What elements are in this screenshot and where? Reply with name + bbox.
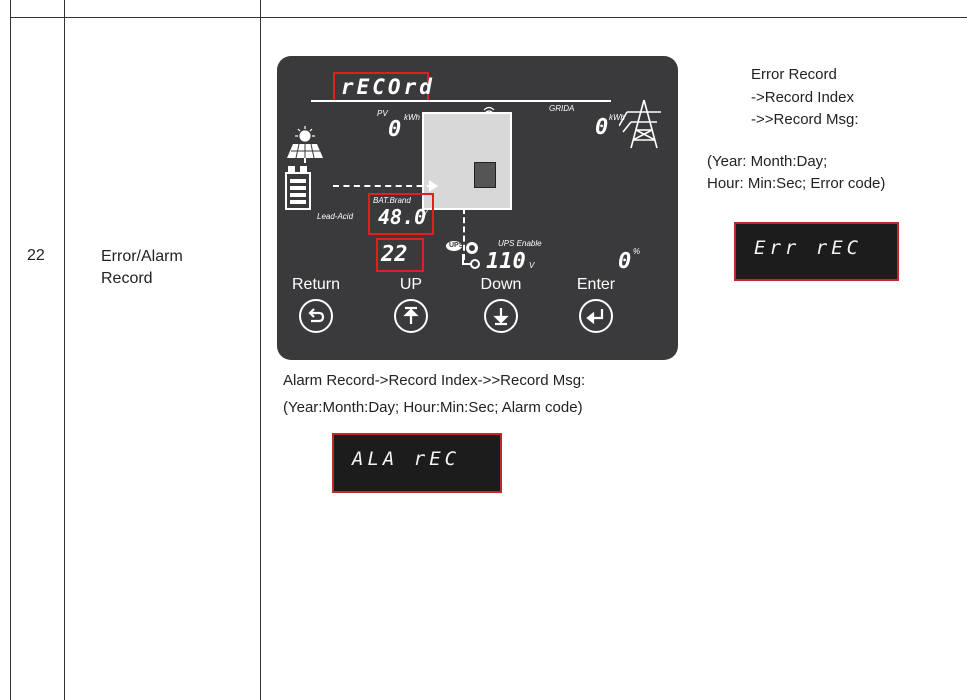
ups-enable-label: UPS Enable bbox=[498, 239, 542, 248]
battery-voltage: 48.0 bbox=[378, 205, 427, 229]
alarm-record-line1: Alarm Record->Record Index->>Record Msg: bbox=[283, 372, 586, 389]
mode-display: rECOrd bbox=[341, 75, 435, 99]
down-arrow-icon bbox=[484, 299, 518, 333]
error-record-lcd-text: Err rEC bbox=[754, 237, 863, 259]
alarm-record-lcd: ALA rEC bbox=[332, 433, 502, 493]
table-border-col2 bbox=[260, 0, 261, 700]
enter-button-label: Enter bbox=[576, 276, 616, 293]
power-flow-arrow bbox=[429, 180, 438, 192]
down-button-label: Down bbox=[480, 276, 522, 293]
alarm-record-line2: (Year:Month:Day; Hour:Min:Sec; Alarm cod… bbox=[283, 399, 583, 416]
ups-label: UPS bbox=[449, 242, 464, 249]
battery-voltage-box: BAT.Brand 48.0 V bbox=[368, 193, 434, 235]
device-display-panel: rECOrd PV 0 kWh GRIDA 0 kWh Lead-Acid BA… bbox=[277, 56, 678, 360]
grid-value: 0 bbox=[595, 115, 609, 140]
record-index-value: 22 bbox=[381, 242, 408, 267]
error-record-lcd: Err rEC bbox=[734, 222, 899, 281]
row-number: 22 bbox=[27, 247, 45, 264]
load-unit: % bbox=[633, 247, 641, 256]
down-button[interactable]: Down bbox=[463, 276, 539, 333]
alarm-record-lcd-text: ALA rEC bbox=[352, 448, 461, 470]
pv-unit: kWh bbox=[404, 113, 420, 122]
power-flow-line bbox=[333, 185, 433, 187]
inverter-icon bbox=[422, 112, 512, 210]
ups-unit: V bbox=[529, 261, 535, 270]
enter-button[interactable]: Enter bbox=[558, 276, 634, 333]
bat-brand-label: BAT.Brand bbox=[373, 196, 411, 205]
pv-value: 0 bbox=[388, 117, 402, 142]
up-button-label: UP bbox=[399, 276, 423, 293]
return-button-label: Return bbox=[291, 276, 341, 293]
error-record-format-line2: Hour: Min:Sec; Error code) bbox=[707, 175, 886, 192]
table-border-left bbox=[10, 0, 11, 700]
error-record-line3: ->>Record Msg: bbox=[751, 111, 859, 128]
row-name-line1: Error/Alarm bbox=[101, 248, 183, 265]
battery-icon bbox=[285, 166, 311, 210]
panel-divider bbox=[311, 100, 611, 102]
inverter-screen bbox=[474, 162, 496, 188]
row-name: Error/Alarm Record bbox=[101, 246, 183, 290]
grid-label: GRIDA bbox=[549, 104, 575, 113]
up-arrow-icon bbox=[394, 299, 428, 333]
error-record-format-line1: (Year: Month:Day; bbox=[707, 153, 828, 170]
up-button[interactable]: UP bbox=[373, 276, 449, 333]
load-value: 0 bbox=[618, 249, 632, 274]
enter-icon bbox=[579, 299, 613, 333]
row-name-line2: Record bbox=[101, 270, 153, 287]
record-index-box: 22 bbox=[376, 238, 424, 272]
pv-label: PV bbox=[377, 109, 388, 118]
ups-value: 110 bbox=[486, 249, 526, 274]
return-button[interactable]: Return bbox=[278, 276, 354, 333]
battery-type: Lead-Acid bbox=[317, 212, 354, 221]
solar-panel-icon bbox=[287, 126, 323, 163]
battery-voltage-unit: V bbox=[422, 209, 428, 218]
error-record-line2: ->Record Index bbox=[751, 89, 854, 106]
mode-display-box: rECOrd bbox=[333, 72, 432, 102]
table-border-col1 bbox=[64, 0, 65, 700]
error-record-line1: Error Record bbox=[751, 66, 837, 83]
grid-tower-icon bbox=[619, 99, 661, 149]
return-icon bbox=[299, 299, 333, 333]
table-row-divider bbox=[10, 17, 967, 18]
